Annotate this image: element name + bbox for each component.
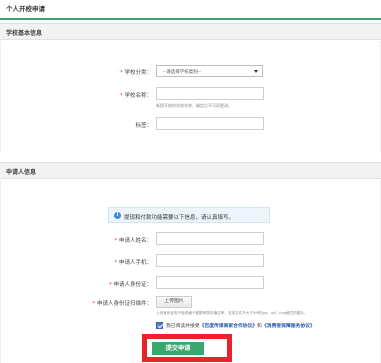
applicant-section-title: 申请人信息	[6, 169, 37, 176]
applicant-name-input[interactable]	[156, 232, 264, 245]
chevron-down-icon	[254, 70, 258, 73]
school-name-label: * 学校名称：	[119, 93, 152, 99]
info-notice: i 提现和付款功能需要以下信息，请认真填写。	[108, 207, 270, 223]
title-underline	[0, 18, 381, 20]
notice-text: 提现和付款功能需要以下信息，请认真填写。	[124, 214, 235, 221]
applicant-section-header: 申请人信息	[0, 162, 381, 179]
info-icon: i	[114, 212, 121, 219]
applicant-id-label: * 申请人身份证：	[108, 282, 152, 288]
id-scan-label: * 申请人身份证扫描件：	[92, 301, 152, 307]
submit-highlight-box: 提交申请	[142, 334, 232, 362]
submit-button[interactable]: 提交申请	[152, 342, 204, 355]
applicant-id-input[interactable]	[156, 276, 264, 289]
agreement-checkbox[interactable]	[156, 322, 163, 329]
id-scan-hint: 上传身份证电子版资格个额图审核的通过率。支持文件不大于5M的jpg、gif、pn…	[156, 311, 308, 315]
applicant-name-label: * 申请人姓名：	[114, 238, 152, 244]
school-name-hint: 新提开校的学校名称，确定后不可再更改。	[156, 103, 232, 108]
agreement-prefix: 我已阅读并接受	[166, 324, 200, 329]
applicant-phone-input[interactable]	[156, 254, 264, 267]
school-category-select[interactable]: --请选择学校类别--	[156, 65, 263, 77]
school-category-label: * 学校分类：	[119, 70, 152, 76]
tags-input[interactable]	[156, 117, 264, 130]
school-section-title: 学校基本信息	[6, 30, 43, 37]
upload-image-button[interactable]: 上传图片	[156, 296, 192, 308]
page-title: 个人开校申请	[6, 5, 45, 13]
school-application-page: 个人开校申请 学校基本信息 * 学校分类： --请选择学校类别-- * 学校名称…	[0, 0, 381, 363]
school-category-selected: --请选择学校类别--	[163, 70, 201, 75]
school-section-header: 学校基本信息	[0, 23, 381, 40]
tags-label: 标签：	[135, 123, 152, 129]
school-name-input[interactable]	[156, 87, 264, 100]
merchant-agreement-link[interactable]: 《百度传课商家合作协议》	[200, 324, 258, 329]
consumer-agreement-link[interactable]: 《消费者保障服务协议》	[262, 324, 315, 329]
agreement-row: 我已阅读并接受《百度传课商家合作协议》和《消费者保障服务协议》	[156, 322, 315, 332]
applicant-phone-label: * 申请人手机：	[114, 260, 152, 266]
